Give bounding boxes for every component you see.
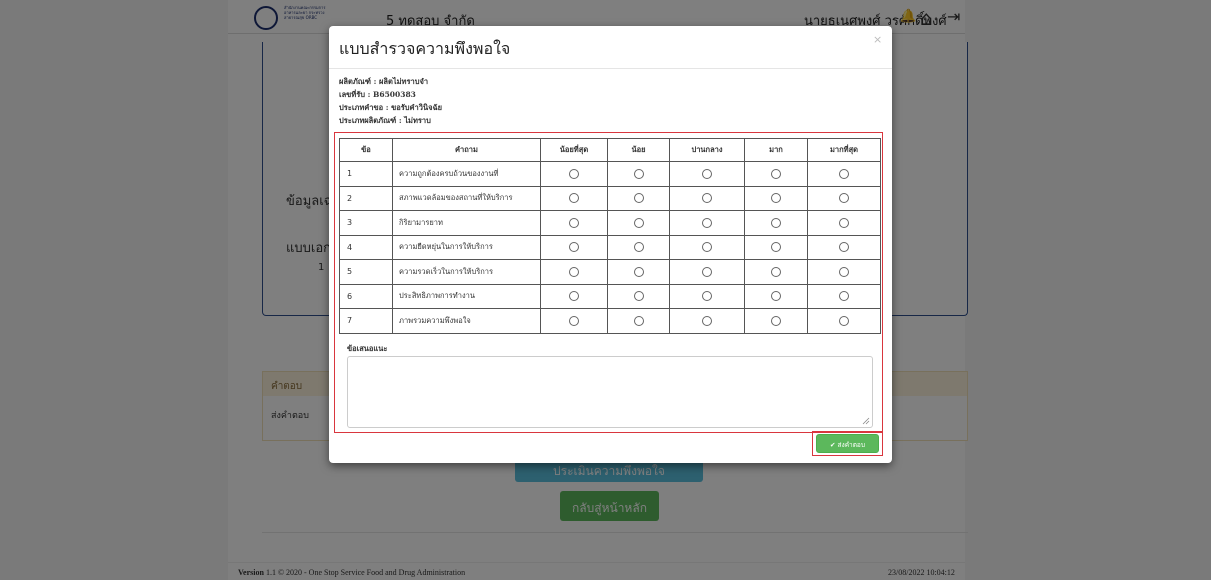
info-request-type: ประเภทคำขอ : ขอรับคำวินิจฉัย (339, 103, 443, 112)
column-header: มาก (744, 138, 808, 162)
row-question: ประสิทธิภาพการทำงาน (392, 283, 541, 309)
info-product-type: ประเภทผลิตภัณฑ์ : ไม่ทราบ (339, 116, 431, 125)
radio-medium[interactable] (702, 266, 712, 277)
column-header: ข้อ (339, 138, 393, 162)
radio-medium[interactable] (702, 193, 712, 204)
row-question: ภาพรวมความพึงพอใจ (392, 308, 541, 334)
row-number: 5 (339, 259, 393, 285)
radio-medium[interactable] (702, 291, 712, 302)
table-row: 1 ความถูกต้องครบถ้วนของงานที่ (339, 161, 881, 187)
row-question: กิริยามารยาท (392, 210, 541, 236)
column-header: มากที่สุด (807, 138, 881, 162)
radio-high[interactable] (771, 193, 781, 204)
row-number: 7 (339, 308, 393, 334)
radio-low[interactable] (633, 291, 644, 302)
radio-highest[interactable] (839, 217, 849, 228)
close-icon[interactable]: × (873, 33, 882, 46)
radio-highest[interactable] (839, 291, 849, 302)
row-number: 4 (339, 234, 393, 260)
radio-medium[interactable] (702, 217, 712, 228)
row-question: ความรวดเร็วในการให้บริการ (392, 259, 541, 285)
column-header: ปานกลาง (669, 138, 745, 162)
row-number: 2 (339, 185, 393, 211)
table-row: 2 สภาพแวดล้อมของสถานที่ให้บริการ (339, 185, 881, 211)
radio-low[interactable] (633, 217, 644, 228)
info-product: ผลิตภัณฑ์ : ผลิตไม่ทราบจำ (339, 77, 429, 86)
column-header: คำถาม (392, 138, 541, 162)
radio-low[interactable] (633, 266, 644, 277)
column-header: น้อย (607, 138, 670, 162)
radio-least[interactable] (569, 291, 579, 302)
radio-low[interactable] (633, 168, 644, 179)
radio-medium[interactable] (702, 242, 712, 253)
table-row: 3 กิริยามารยาท (339, 210, 881, 236)
radio-high[interactable] (771, 217, 781, 228)
row-question: ความยืดหยุ่นในการให้บริการ (392, 234, 541, 260)
radio-high[interactable] (771, 291, 781, 302)
radio-medium[interactable] (702, 168, 712, 179)
radio-least[interactable] (569, 242, 579, 253)
radio-high[interactable] (771, 168, 781, 179)
radio-highest[interactable] (839, 168, 849, 179)
radio-highest[interactable] (839, 266, 849, 277)
table-row: 7 ภาพรวมความพึงพอใจ (339, 308, 881, 334)
radio-least[interactable] (569, 315, 579, 326)
survey-table: ข้อ คำถาม น้อยที่สุด น้อย ปานกลาง มาก มา… (339, 138, 881, 334)
table-header-row: ข้อ คำถาม น้อยที่สุด น้อย ปานกลาง มาก มา… (339, 138, 881, 162)
radio-least[interactable] (569, 168, 579, 179)
radio-low[interactable] (633, 193, 644, 204)
table-row: 5 ความรวดเร็วในการให้บริการ (339, 259, 881, 285)
suggestion-label: ข้อเสนอแนะ (347, 344, 388, 353)
table-row: 4 ความยืดหยุ่นในการให้บริการ (339, 234, 881, 260)
row-number: 1 (339, 161, 393, 187)
radio-low[interactable] (633, 242, 644, 253)
radio-high[interactable] (771, 242, 781, 253)
resize-handle-icon[interactable] (862, 417, 870, 425)
row-number: 6 (339, 283, 393, 309)
suggestion-textarea[interactable] (347, 356, 873, 428)
radio-least[interactable] (569, 266, 579, 277)
radio-high[interactable] (771, 266, 781, 277)
radio-least[interactable] (569, 193, 579, 204)
radio-highest[interactable] (839, 315, 849, 326)
row-number: 3 (339, 210, 393, 236)
submit-answer-button[interactable]: ✔ ส่งคำตอบ (816, 434, 879, 453)
radio-high[interactable] (771, 315, 781, 326)
modal-header-divider (329, 68, 892, 69)
modal-title: แบบสำรวจความพึงพอใจ (339, 39, 511, 58)
satisfaction-survey-modal: แบบสำรวจความพึงพอใจ × ผลิตภัณฑ์ : ผลิตไม… (329, 26, 892, 463)
radio-highest[interactable] (839, 242, 849, 253)
table-row: 6 ประสิทธิภาพการทำงาน (339, 283, 881, 309)
radio-highest[interactable] (839, 193, 849, 204)
row-question: ความถูกต้องครบถ้วนของงานที่ (392, 161, 541, 187)
radio-low[interactable] (633, 315, 644, 326)
row-question: สภาพแวดล้อมของสถานที่ให้บริการ (392, 185, 541, 211)
info-receipt-number: เลขที่รับ : B6500383 (339, 90, 416, 99)
radio-least[interactable] (569, 217, 579, 228)
column-header: น้อยที่สุด (540, 138, 608, 162)
radio-medium[interactable] (702, 315, 712, 326)
